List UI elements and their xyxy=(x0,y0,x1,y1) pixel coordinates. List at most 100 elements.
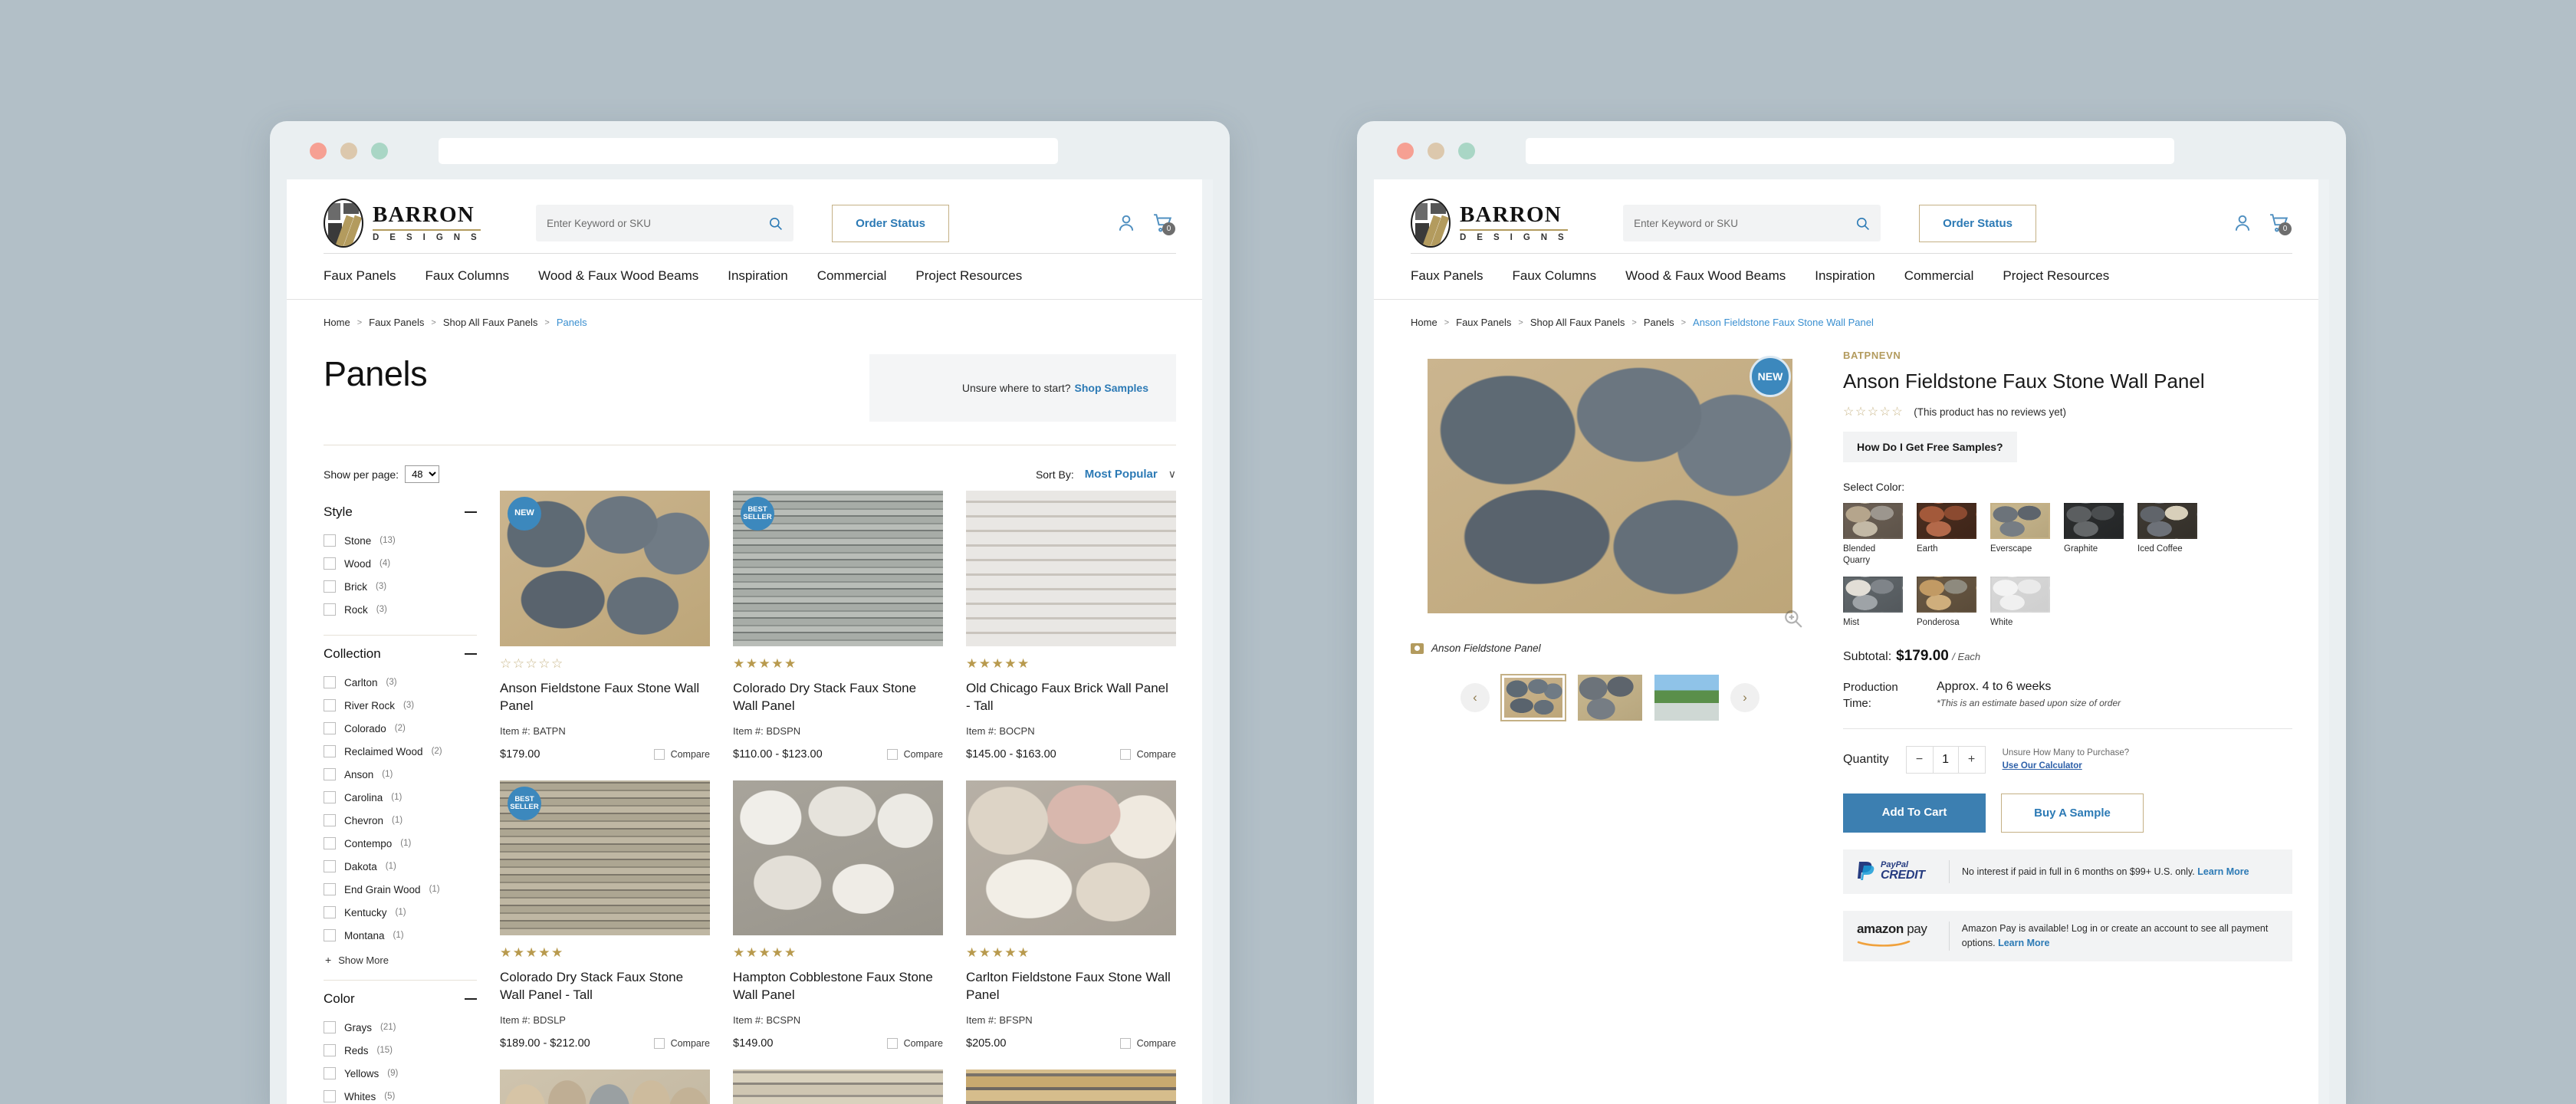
url-bar[interactable] xyxy=(1526,138,2174,164)
collapse-minus-icon[interactable] xyxy=(465,998,477,1000)
filter-checkbox[interactable] xyxy=(324,906,336,918)
product-image[interactable] xyxy=(733,780,943,936)
cart-icon[interactable]: 0 xyxy=(2269,213,2292,235)
search-input[interactable] xyxy=(1634,217,1856,229)
product-name[interactable]: Hampton Cobblestone Faux Stone Wall Pane… xyxy=(733,961,943,1004)
quantity-value[interactable]: 1 xyxy=(1932,746,1959,773)
site-logo[interactable]: BARRON D E S I G N S xyxy=(324,199,481,248)
order-status-button[interactable]: Order Status xyxy=(1919,204,2036,242)
quantity-stepper[interactable]: − 1 + xyxy=(1905,745,1986,774)
amazon-learn-more-link[interactable]: Learn More xyxy=(1998,938,2049,948)
breadcrumb-home[interactable]: Home xyxy=(324,317,350,328)
filter-option[interactable]: Chevron (1) xyxy=(324,809,477,832)
vertical-scrollbar[interactable] xyxy=(1202,179,1213,1104)
product-image[interactable] xyxy=(733,1070,943,1104)
filter-group-header[interactable]: Collection xyxy=(324,646,477,671)
maximize-window-dot[interactable] xyxy=(1458,143,1475,159)
filter-option[interactable]: Dakota (1) xyxy=(324,855,477,878)
zoom-in-icon[interactable] xyxy=(1783,609,1803,629)
product-card[interactable]: NEW ☆☆☆☆☆ Anson Fieldstone Faux Stone Wall… xyxy=(500,491,710,780)
search-icon[interactable] xyxy=(1855,216,1870,231)
color-swatch-white[interactable]: White xyxy=(1990,577,2050,628)
filter-option[interactable]: Grays (21) xyxy=(324,1016,477,1039)
breadcrumb-panels[interactable]: Panels xyxy=(1644,317,1674,328)
filter-option[interactable]: Contempo (1) xyxy=(324,832,477,855)
filter-checkbox[interactable] xyxy=(324,883,336,895)
nav-item-inspiration[interactable]: Inspiration xyxy=(728,268,787,284)
filter-checkbox[interactable] xyxy=(324,929,336,941)
compare-checkbox-row[interactable]: Compare xyxy=(1119,1038,1176,1050)
product-card[interactable] xyxy=(733,1070,943,1104)
thumbnail-2[interactable] xyxy=(1577,674,1643,721)
product-card[interactable]: ★★★★★ Hampton Cobblestone Faux Stone Wall… xyxy=(733,780,943,1070)
thumbnail-3[interactable] xyxy=(1654,674,1720,721)
product-card[interactable]: ★★★★★ Carlton Fieldstone Faux Stone Wall … xyxy=(966,780,1176,1070)
product-image[interactable]: BEST SELLER xyxy=(733,491,943,646)
filter-option[interactable]: Wood (4) xyxy=(324,552,477,575)
search-icon[interactable] xyxy=(768,216,783,231)
product-image[interactable] xyxy=(500,1070,710,1104)
filter-checkbox[interactable] xyxy=(324,699,336,711)
filter-option[interactable]: Montana (1) xyxy=(324,924,477,947)
nav-item-faux-columns[interactable]: Faux Columns xyxy=(1513,268,1597,284)
filter-option[interactable]: Colorado (2) xyxy=(324,717,477,740)
search-input[interactable] xyxy=(547,217,769,229)
filter-checkbox[interactable] xyxy=(324,768,336,780)
filter-option[interactable]: Stone (13) xyxy=(324,529,477,552)
product-name[interactable]: Anson Fieldstone Faux Stone Wall Panel xyxy=(500,672,710,715)
filter-checkbox[interactable] xyxy=(324,557,336,570)
color-swatch-blended-quarry[interactable]: Blended Quarry xyxy=(1843,503,1903,566)
product-card[interactable] xyxy=(966,1070,1176,1104)
product-image[interactable]: NEW xyxy=(500,491,710,646)
compare-checkbox[interactable] xyxy=(653,748,665,760)
sort-by-value[interactable]: Most Popular xyxy=(1085,468,1158,481)
color-swatch-ponderosa[interactable]: Ponderosa xyxy=(1917,577,1976,628)
compare-checkbox-row[interactable]: Compare xyxy=(653,748,710,760)
site-logo[interactable]: BARRON D E S I G N S xyxy=(1411,199,1569,248)
add-to-cart-button[interactable]: Add To Cart xyxy=(1843,793,1986,833)
product-image[interactable] xyxy=(966,780,1176,936)
filter-group-header[interactable]: Style xyxy=(324,504,477,529)
compare-checkbox-row[interactable]: Compare xyxy=(1119,748,1176,760)
compare-checkbox-row[interactable]: Compare xyxy=(886,748,943,760)
product-image[interactable] xyxy=(966,1070,1176,1104)
compare-checkbox[interactable] xyxy=(886,748,898,760)
breadcrumb-faux-panels[interactable]: Faux Panels xyxy=(369,317,424,328)
filter-option[interactable]: Reds (15) xyxy=(324,1039,477,1062)
paypal-learn-more-link[interactable]: Learn More xyxy=(2197,866,2249,877)
filter-checkbox[interactable] xyxy=(324,676,336,688)
filter-checkbox[interactable] xyxy=(324,837,336,849)
product-name[interactable]: Carlton Fieldstone Faux Stone Wall Panel xyxy=(966,961,1176,1004)
compare-checkbox-row[interactable]: Compare xyxy=(653,1038,710,1050)
compare-checkbox[interactable] xyxy=(653,1038,665,1050)
filter-option[interactable]: Carolina (1) xyxy=(324,786,477,809)
product-rating-stars[interactable]: ☆☆☆☆☆ xyxy=(1843,404,1904,419)
window-controls[interactable] xyxy=(310,143,388,159)
shop-samples-link[interactable]: Shop Samples xyxy=(1075,382,1148,394)
filter-option[interactable]: Carlton (3) xyxy=(324,671,477,694)
color-swatch-iced-coffee[interactable]: Iced Coffee xyxy=(2137,503,2197,566)
nav-item-wood-beams[interactable]: Wood & Faux Wood Beams xyxy=(1625,268,1786,284)
thumbnail-next-button[interactable]: › xyxy=(1730,683,1760,712)
product-name[interactable]: Colorado Dry Stack Faux Stone Wall Panel… xyxy=(500,961,710,1004)
url-bar[interactable] xyxy=(439,138,1058,164)
color-swatch-mist[interactable]: Mist xyxy=(1843,577,1903,628)
breadcrumb-home[interactable]: Home xyxy=(1411,317,1438,328)
buy-sample-button[interactable]: Buy A Sample xyxy=(2001,793,2144,833)
product-hero-image[interactable]: NEW xyxy=(1411,348,1809,633)
chevron-down-icon[interactable]: ∨ xyxy=(1168,468,1176,481)
product-image[interactable] xyxy=(966,491,1176,646)
color-swatch-graphite[interactable]: Graphite xyxy=(2064,503,2124,566)
filter-option[interactable]: Kentucky (1) xyxy=(324,901,477,924)
minimize-window-dot[interactable] xyxy=(1428,143,1444,159)
filter-checkbox[interactable] xyxy=(324,534,336,547)
compare-checkbox[interactable] xyxy=(1119,748,1131,760)
filter-option[interactable]: Brick (3) xyxy=(324,575,477,598)
quantity-decrement-button[interactable]: − xyxy=(1907,747,1933,773)
filter-checkbox[interactable] xyxy=(324,580,336,593)
search-box[interactable] xyxy=(536,205,794,242)
nav-item-faux-columns[interactable]: Faux Columns xyxy=(426,268,510,284)
compare-checkbox[interactable] xyxy=(1119,1038,1131,1050)
collapse-minus-icon[interactable] xyxy=(465,511,477,513)
breadcrumb-faux-panels[interactable]: Faux Panels xyxy=(1456,317,1511,328)
